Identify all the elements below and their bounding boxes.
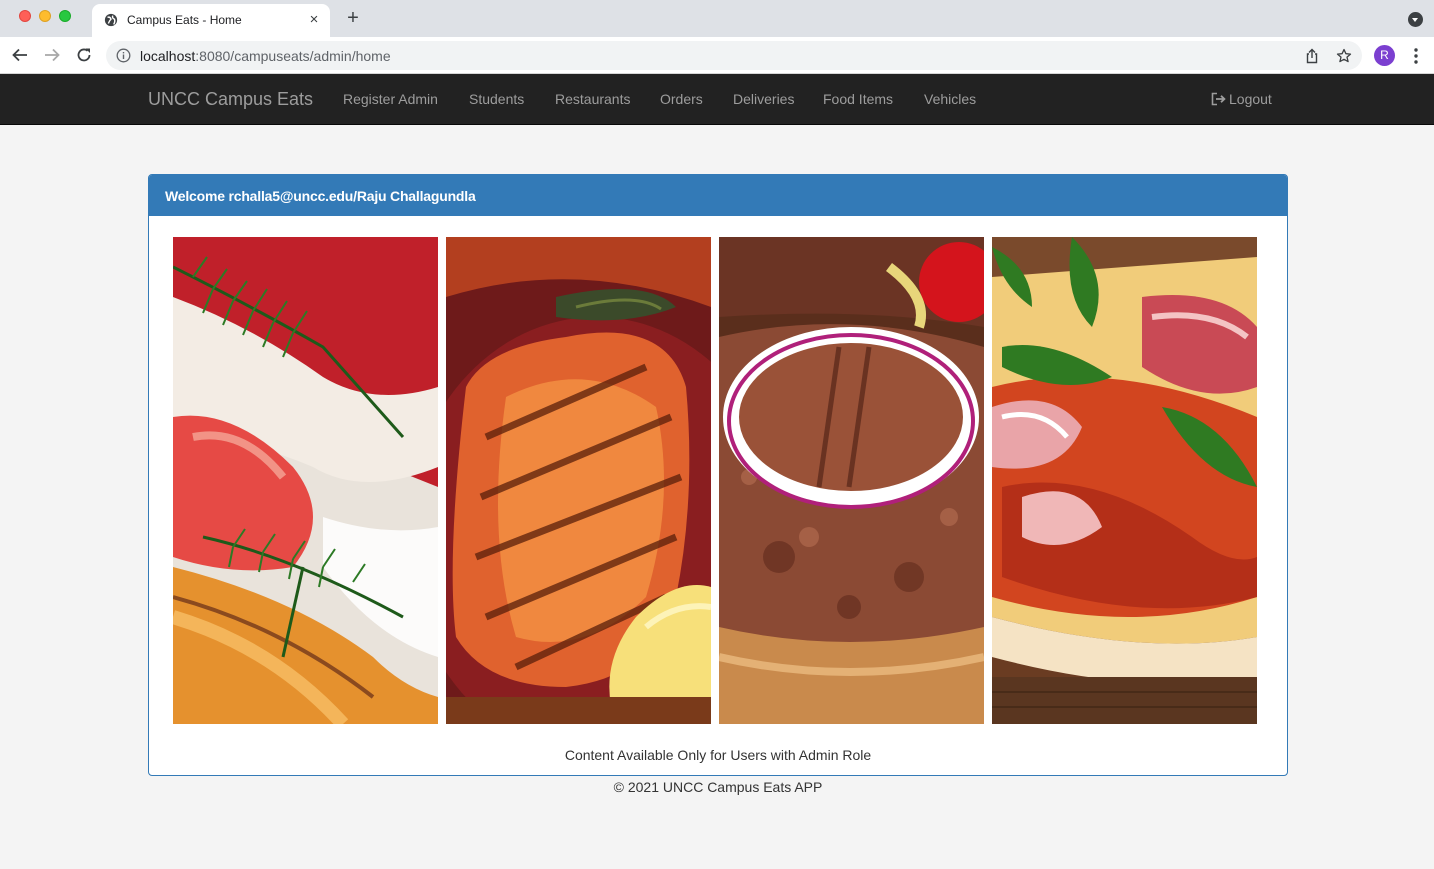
admin-content-caption: Content Available Only for Users with Ad… — [564, 747, 872, 763]
panel-heading: Welcome rchalla5@uncc.edu/Raju Challagun… — [149, 175, 1287, 216]
url-path: :8080/campuseats/admin/home — [195, 48, 391, 64]
nav-restaurants[interactable]: Restaurants — [555, 91, 630, 107]
logout-link[interactable]: Logout — [1211, 91, 1272, 107]
browser-toolbar: localhost:8080/campuseats/admin/home R — [0, 37, 1434, 74]
reload-button[interactable] — [74, 45, 94, 65]
close-window-button[interactable] — [19, 10, 31, 22]
forward-button[interactable] — [42, 45, 62, 65]
back-button[interactable] — [10, 45, 30, 65]
brand-link[interactable]: UNCC Campus Eats — [148, 89, 313, 110]
profile-avatar[interactable]: R — [1374, 45, 1395, 66]
info-icon[interactable] — [116, 48, 131, 63]
nav-students[interactable]: Students — [469, 91, 524, 107]
address-bar[interactable]: localhost:8080/campuseats/admin/home — [106, 41, 1362, 70]
welcome-panel: Welcome rchalla5@uncc.edu/Raju Challagun… — [148, 174, 1288, 776]
arrow-right-icon — [45, 48, 60, 62]
logout-label: Logout — [1229, 91, 1272, 107]
nav-deliveries[interactable]: Deliveries — [733, 91, 794, 107]
nav-food-items[interactable]: Food Items — [823, 91, 893, 107]
share-icon[interactable] — [1304, 48, 1320, 64]
globe-icon — [104, 13, 118, 27]
url-text: localhost:8080/campuseats/admin/home — [140, 48, 391, 64]
welcome-message: Welcome rchalla5@uncc.edu/Raju Challagun… — [165, 188, 476, 204]
zoom-window-button[interactable] — [59, 10, 71, 22]
close-tab-icon[interactable]: × — [306, 12, 322, 28]
new-tab-button[interactable]: + — [344, 8, 362, 28]
more-vert-icon[interactable] — [1409, 46, 1423, 66]
star-icon[interactable] — [1336, 48, 1352, 64]
log-out-icon — [1211, 92, 1226, 106]
app-navbar: UNCC Campus Eats Register Admin Students… — [0, 74, 1434, 125]
minimize-window-button[interactable] — [39, 10, 51, 22]
browser-tab[interactable]: Campus Eats - Home × — [92, 4, 330, 37]
food-image-burger-patty — [719, 237, 984, 724]
food-image-pizza — [992, 237, 1257, 724]
page-footer: © 2021 UNCC Campus Eats APP — [613, 779, 823, 795]
browser-tabstrip: Campus Eats - Home × + — [0, 0, 1434, 37]
nav-orders[interactable]: Orders — [660, 91, 703, 107]
nav-register-admin[interactable]: Register Admin — [343, 91, 438, 107]
food-image-grilled-chicken — [446, 237, 711, 724]
tab-title: Campus Eats - Home — [127, 13, 242, 27]
url-host: localhost — [140, 48, 196, 64]
nav-vehicles[interactable]: Vehicles — [924, 91, 976, 107]
reload-icon — [77, 48, 91, 62]
arrow-left-icon — [12, 48, 27, 62]
food-image-prosciutto — [173, 237, 438, 724]
tab-search-icon[interactable] — [1408, 12, 1423, 27]
